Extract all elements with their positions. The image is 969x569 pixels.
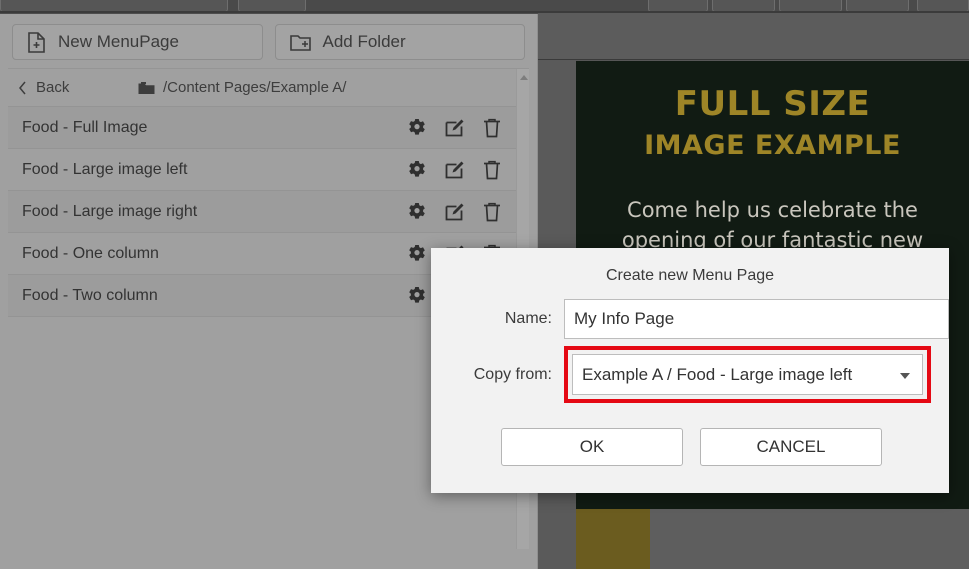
app-root: FULL SIZE IMAGE EXAMPLE Come help us cel… [0,0,969,569]
toolbar-button-7[interactable] [917,0,969,11]
table-row[interactable]: Food - Full Image [8,107,529,149]
new-menupage-label: New MenuPage [58,32,179,51]
scroll-up-arrow-icon[interactable] [520,75,528,80]
file-plus-icon [27,31,46,53]
name-field-row: Name: My Info Page [431,299,949,339]
toolbar-button-1[interactable] [0,0,228,11]
edit-icon[interactable] [445,160,465,180]
breadcrumb-row: Back /Content Pages/Example A/ [8,69,529,107]
copy-from-label: Copy from: [473,365,552,383]
page-row-label: Food - One column [22,244,159,262]
copy-from-highlight: Example A / Food - Large image left [564,346,931,403]
add-folder-button[interactable]: Add Folder [274,24,525,60]
ok-button[interactable]: OK [501,428,683,466]
copy-from-field-row: Copy from: Example A / Food - Large imag… [431,346,949,403]
browser-toolbar: New MenuPage Add Folder [0,14,537,68]
trash-icon[interactable] [483,160,501,180]
table-row[interactable]: Food - Large image left [8,149,529,191]
preview-body-text: Come help us celebrate the opening of ou… [621,197,924,252]
preview-top-bar [538,13,969,60]
top-toolbar-strip [0,0,969,13]
edit-icon[interactable] [445,118,465,138]
name-field-label: Name: [504,310,552,327]
toolbar-button-2[interactable] [238,0,306,11]
dialog-title: Create new Menu Page [605,267,775,284]
back-button[interactable]: Back [8,79,138,96]
copy-from-value: Example A / Food - Large image left [582,364,853,384]
new-menupage-button[interactable]: New MenuPage [12,24,263,60]
trash-icon[interactable] [483,202,501,222]
page-row-label: Food - Two column [22,286,158,304]
preview-page-bottom [576,491,969,509]
add-folder-label: Add Folder [322,32,406,51]
create-menu-page-dialog: Create new Menu Page Name: My Info Page … [431,248,949,493]
row-action-group [407,202,529,222]
row-action-group [407,160,529,180]
page-row-label: Food - Full Image [22,118,148,136]
page-row-label: Food - Large image left [22,160,188,178]
dialog-button-row: OK CANCEL [431,428,949,466]
folder-icon [138,81,155,95]
breadcrumb-path-text: /Content Pages/Example A/ [163,79,347,96]
preview-footer-accent-block [576,509,650,569]
preview-title-line1: FULL SIZE [674,84,871,124]
gear-icon[interactable] [407,286,427,306]
gear-icon[interactable] [407,202,427,222]
toolbar-button-3[interactable] [648,0,708,11]
preview-title-line2: IMAGE EXAMPLE [644,129,901,161]
breadcrumb-path: /Content Pages/Example A/ [138,79,346,96]
gear-icon[interactable] [407,160,427,180]
cancel-button[interactable]: CANCEL [700,428,882,466]
row-action-group [407,118,529,138]
gear-icon[interactable] [407,244,427,264]
trash-icon[interactable] [483,118,501,138]
edit-icon[interactable] [445,202,465,222]
copy-from-select[interactable]: Example A / Food - Large image left [572,354,923,395]
name-input[interactable]: My Info Page [564,299,949,339]
gear-icon[interactable] [407,118,427,138]
chevron-left-icon [18,81,27,95]
page-row-label: Food - Large image right [22,202,198,220]
chevron-down-icon [900,372,910,379]
toolbar-button-4[interactable] [712,0,775,11]
back-label: Back [36,79,70,96]
table-row[interactable]: Food - Large image right [8,191,529,233]
preview-footer-bar [650,509,969,569]
toolbar-button-5[interactable] [779,0,842,11]
folder-plus-icon [289,33,311,52]
toolbar-button-6[interactable] [846,0,909,11]
